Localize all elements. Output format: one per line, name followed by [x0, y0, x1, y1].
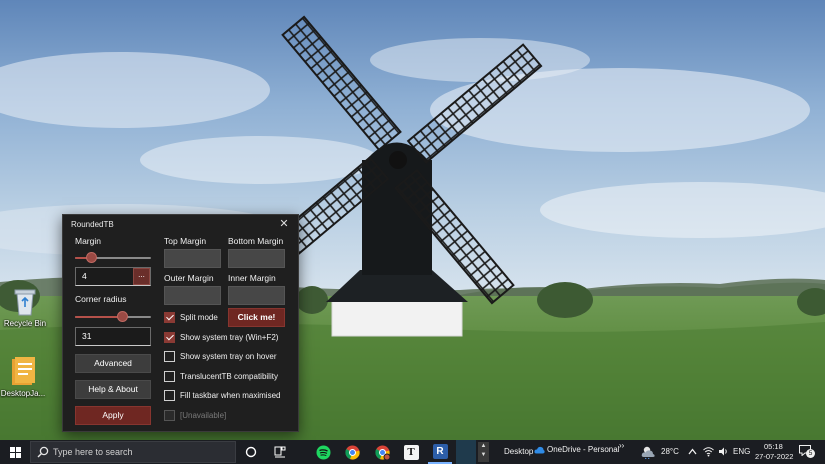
- checkbox-box[interactable]: [164, 332, 175, 343]
- bottom-margin-input[interactable]: [228, 249, 285, 268]
- start-button[interactable]: [3, 440, 27, 464]
- taskbar: Type here to search T R ▲ ▼ Desktop OneD…: [0, 440, 825, 464]
- desktop-icon-recycle-bin[interactable]: Recycle Bin: [0, 285, 50, 328]
- split-mode-checkbox[interactable]: Split mode: [164, 311, 218, 324]
- roundedtb-icon: R: [432, 443, 448, 459]
- weather-temperature[interactable]: 28°C: [661, 447, 679, 456]
- checkbox-label: Show system tray (Win+F2): [180, 333, 279, 342]
- taskbar-split-gap: [456, 440, 476, 464]
- roundedtb-window: RoundedTB ✕ Margin 4 ... Corner radius 3…: [62, 214, 299, 432]
- search-icon: [37, 446, 49, 458]
- language-indicator[interactable]: ENG: [733, 447, 750, 456]
- bottom-margin-label: Bottom Margin: [228, 236, 284, 246]
- checkbox-label: [Unavailable]: [180, 411, 227, 420]
- unavailable-checkbox: [Unavailable]: [164, 409, 226, 422]
- roundedtb-taskbar-button[interactable]: R: [428, 440, 452, 464]
- advanced-button[interactable]: Advanced: [75, 354, 151, 373]
- notification-badge: 5: [806, 449, 815, 458]
- checkbox-label: Show system tray on hover: [180, 352, 277, 361]
- wifi-icon[interactable]: [703, 446, 714, 457]
- top-margin-label: Top Margin: [164, 236, 207, 246]
- corner-radius-label: Corner radius: [75, 294, 127, 304]
- clock-time[interactable]: 05:18: [764, 442, 783, 451]
- chrome-profile-icon: [374, 445, 390, 460]
- task-view-icon: [245, 446, 257, 458]
- windows-logo-icon: [9, 446, 21, 458]
- recycle-bin-icon: [10, 285, 40, 317]
- checkbox-box[interactable]: [164, 312, 175, 323]
- toolbar-overflow-chevron[interactable]: ››: [619, 441, 624, 450]
- widgets-button[interactable]: [268, 440, 292, 464]
- show-system-tray-checkbox[interactable]: Show system tray (Win+F2): [164, 331, 278, 344]
- task-view-button[interactable]: [239, 440, 263, 464]
- checkbox-label: Fill taskbar when maximised: [180, 391, 281, 400]
- checkbox-box[interactable]: [164, 351, 175, 362]
- chrome-icon: [344, 445, 360, 459]
- corner-radius-input[interactable]: 31: [75, 327, 151, 346]
- speaker-icon[interactable]: [718, 446, 729, 457]
- close-button[interactable]: ✕: [276, 216, 292, 232]
- taskbar-scroll-control[interactable]: ▲ ▼: [478, 442, 489, 462]
- widgets-icon: [274, 446, 286, 458]
- spotify-button[interactable]: [311, 440, 335, 464]
- chrome-profile-button[interactable]: [370, 440, 394, 464]
- slider-thumb[interactable]: [86, 252, 98, 263]
- typora-icon: T: [403, 444, 419, 460]
- margin-label: Margin: [75, 236, 101, 246]
- apply-button[interactable]: Apply: [75, 406, 151, 425]
- chevron-up-icon[interactable]: ▲: [478, 442, 489, 451]
- margin-value: 4: [82, 271, 87, 281]
- checkbox-box[interactable]: [164, 390, 175, 401]
- search-placeholder: Type here to search: [53, 447, 133, 457]
- corner-radius-slider[interactable]: [75, 311, 151, 323]
- checkbox-box: [164, 410, 175, 421]
- document-stack-icon: [8, 355, 38, 387]
- fill-taskbar-checkbox[interactable]: Fill taskbar when maximised: [164, 389, 280, 402]
- desktop-icon-desktopja[interactable]: DesktopJa...: [0, 355, 48, 398]
- show-hidden-icons-icon[interactable]: [688, 448, 697, 455]
- margin-more-button[interactable]: ...: [133, 268, 150, 285]
- margin-slider[interactable]: [75, 252, 151, 264]
- corner-radius-value: 31: [82, 331, 92, 341]
- desktop-icon-label: DesktopJa...: [0, 389, 46, 398]
- chrome-button[interactable]: [340, 440, 364, 464]
- search-box[interactable]: Type here to search: [30, 441, 236, 463]
- desktop-toolbar-label[interactable]: Desktop: [504, 447, 533, 456]
- weather-cloud-icon[interactable]: [641, 445, 657, 459]
- translucenttb-checkbox[interactable]: TranslucentTB compatibility: [164, 370, 278, 383]
- window-title: RoundedTB: [71, 220, 114, 229]
- typora-button[interactable]: T: [399, 440, 423, 464]
- help-about-button[interactable]: Help & About: [75, 380, 151, 399]
- inner-margin-label: Inner Margin: [228, 273, 276, 283]
- checkbox-box[interactable]: [164, 371, 175, 382]
- slider-fill: [75, 316, 123, 318]
- checkbox-label: Split mode: [180, 313, 218, 322]
- click-me-button[interactable]: Click me!: [228, 308, 285, 327]
- inner-margin-input[interactable]: [228, 286, 285, 305]
- chevron-down-icon[interactable]: ▼: [478, 451, 489, 460]
- onedrive-cloud-icon: [534, 446, 545, 454]
- tray-on-hover-checkbox[interactable]: Show system tray on hover: [164, 350, 276, 363]
- clock-date[interactable]: 27-07-2022: [755, 452, 793, 461]
- outer-margin-input[interactable]: [164, 286, 221, 305]
- top-margin-input[interactable]: [164, 249, 221, 268]
- desktop-icon-label: Recycle Bin: [3, 319, 47, 328]
- slider-thumb[interactable]: [116, 311, 128, 322]
- onedrive-label[interactable]: OneDrive - Personal: [547, 445, 619, 454]
- outer-margin-label: Outer Margin: [164, 273, 214, 283]
- spotify-icon: [316, 445, 330, 459]
- checkbox-label: TranslucentTB compatibility: [180, 372, 278, 381]
- notification-center-button[interactable]: 5: [799, 445, 815, 458]
